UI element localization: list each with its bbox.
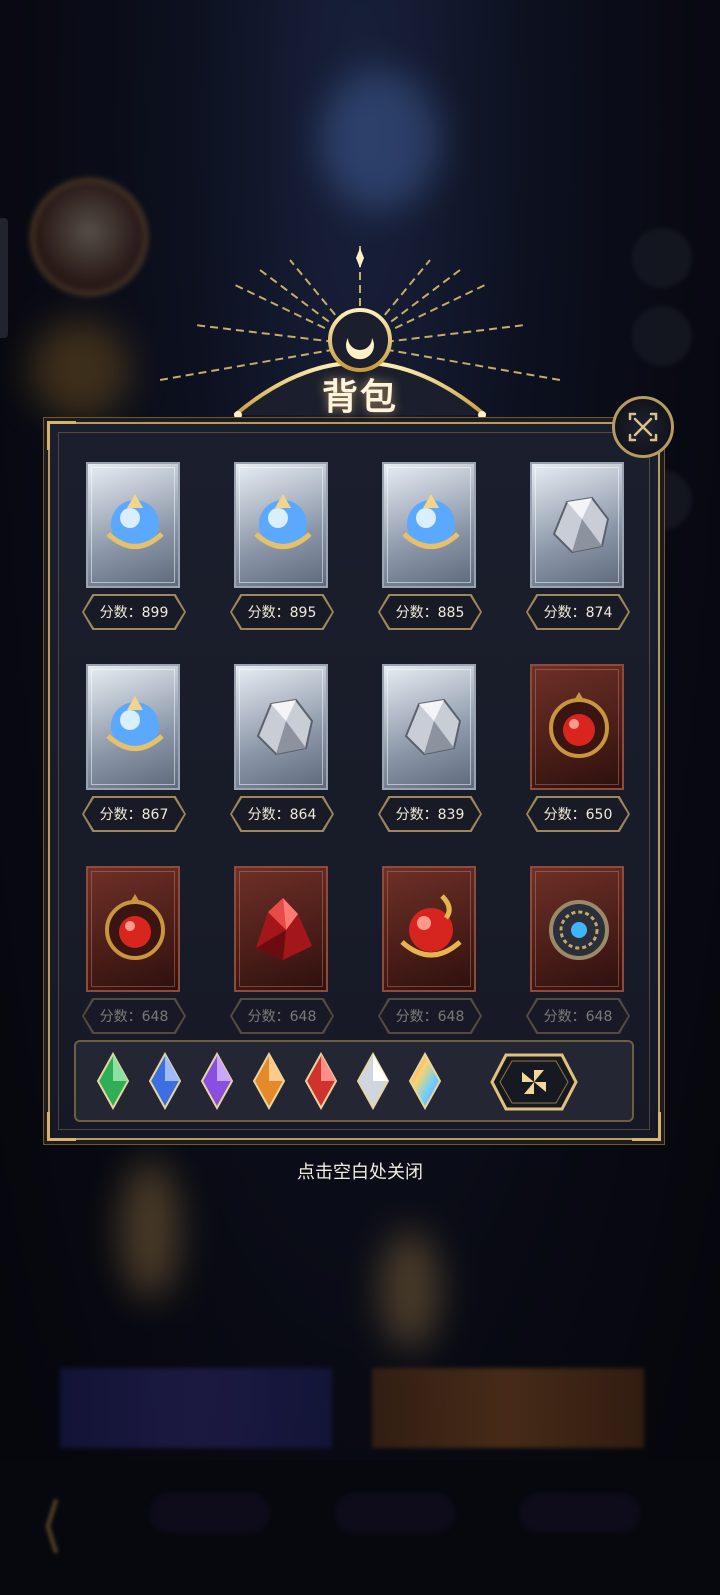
- crystal-orb-icon: [254, 494, 312, 549]
- blue-gem-icon[interactable]: [148, 1052, 182, 1110]
- item-slot[interactable]: 分数：648: [82, 866, 186, 1038]
- item-score: 分数：648: [528, 1000, 628, 1032]
- item-score: 分数：885: [380, 596, 480, 628]
- orange-gem-icon[interactable]: [252, 1052, 286, 1110]
- item-score: 分数：867: [84, 798, 184, 830]
- item-score: 分数：648: [84, 1000, 184, 1032]
- crystal-orb-icon: [106, 696, 164, 751]
- item-score: 分数：648: [380, 1000, 480, 1032]
- ruby-cluster-icon: [256, 898, 312, 960]
- ruby-orb-icon: [400, 894, 462, 958]
- item-slot[interactable]: 分数：874: [526, 462, 630, 634]
- item-card[interactable]: [382, 664, 476, 790]
- rainbow-gem-icon[interactable]: [408, 1052, 442, 1110]
- item-slot[interactable]: 分数：648: [378, 866, 482, 1038]
- silver-ore-icon: [256, 698, 314, 756]
- item-score: 分数：650: [528, 798, 628, 830]
- item-slot[interactable]: 分数：650: [526, 664, 630, 836]
- item-slot[interactable]: 分数：899: [82, 462, 186, 634]
- decompose-button[interactable]: [490, 1053, 578, 1111]
- gem-filter-bar: [74, 1040, 634, 1122]
- silver-ore-icon: [404, 698, 462, 756]
- item-score: 分数：648: [232, 1000, 332, 1032]
- item-card[interactable]: [234, 664, 328, 790]
- item-card[interactable]: [382, 866, 476, 992]
- item-slot[interactable]: 分数：648: [230, 866, 334, 1038]
- item-score: 分数：839: [380, 798, 480, 830]
- item-score: 分数：864: [232, 798, 332, 830]
- item-score: 分数：895: [232, 596, 332, 628]
- purple-gem-icon[interactable]: [200, 1052, 234, 1110]
- item-card[interactable]: [530, 866, 624, 992]
- item-card[interactable]: [530, 462, 624, 588]
- crystal-orb-icon: [402, 494, 460, 549]
- item-card[interactable]: [86, 664, 180, 790]
- ruby-amulet-icon: [105, 894, 165, 960]
- item-score: 分数：899: [84, 596, 184, 628]
- item-slot[interactable]: 分数：895: [230, 462, 334, 634]
- item-score: 分数：874: [528, 596, 628, 628]
- silver-ore-icon: [552, 496, 610, 554]
- panel-title: 背包: [321, 376, 398, 418]
- item-card[interactable]: [382, 462, 476, 588]
- ruby-amulet-icon: [549, 692, 609, 758]
- item-card[interactable]: [234, 866, 328, 992]
- crystal-orb-icon: [106, 494, 164, 549]
- item-slot[interactable]: 分数：648: [526, 866, 630, 1038]
- sapphire-medallion-icon: [549, 900, 609, 960]
- corner-ornament: [632, 1112, 661, 1141]
- item-card[interactable]: [530, 664, 624, 790]
- close-icon: [628, 412, 658, 442]
- white-gem-icon[interactable]: [356, 1052, 390, 1110]
- red-gem-icon[interactable]: [304, 1052, 338, 1110]
- close-button[interactable]: [612, 396, 674, 458]
- item-card[interactable]: [86, 462, 180, 588]
- item-slot[interactable]: 分数：885: [378, 462, 482, 634]
- item-slot[interactable]: 分数：864: [230, 664, 334, 836]
- corner-ornament: [47, 1112, 76, 1141]
- item-slot[interactable]: 分数：867: [82, 664, 186, 836]
- item-card[interactable]: [234, 462, 328, 588]
- item-slot[interactable]: 分数：839: [378, 664, 482, 836]
- close-hint-text: 点击空白处关闭: [297, 1162, 423, 1183]
- item-card[interactable]: [86, 866, 180, 992]
- corner-ornament: [47, 421, 76, 450]
- green-gem-icon[interactable]: [96, 1052, 130, 1110]
